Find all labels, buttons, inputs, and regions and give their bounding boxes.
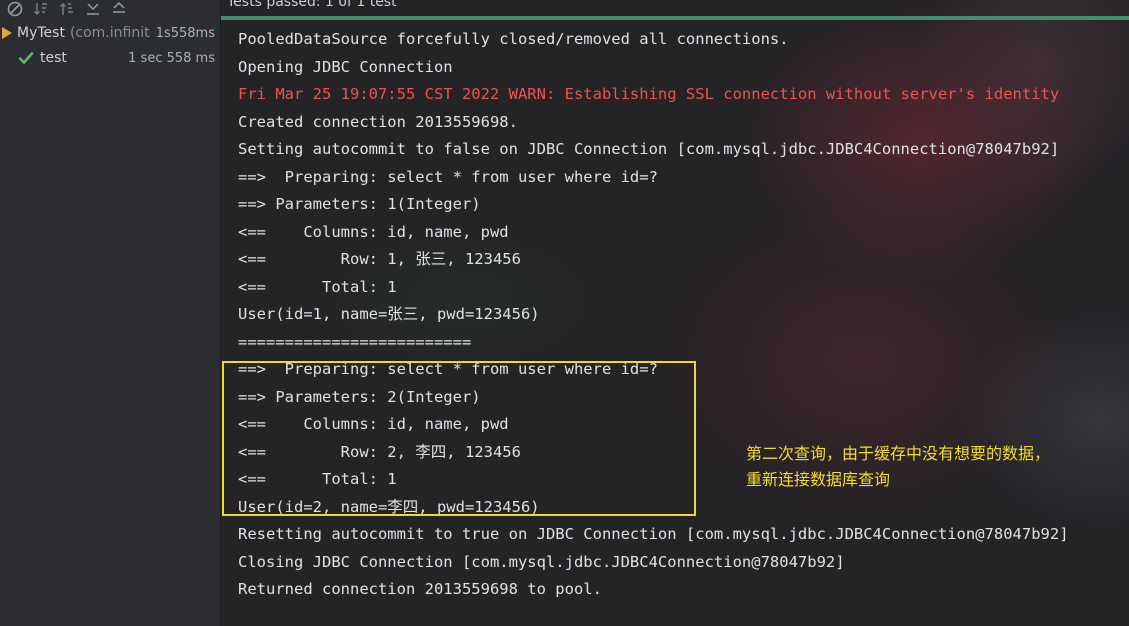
- tree-root-time: 1s558ms: [155, 25, 215, 41]
- console-line: PooledDataSource forcefully closed/remov…: [238, 30, 789, 48]
- console-line: <== Total: 1: [238, 277, 397, 296]
- test-status-text: Tests passed: 1 of 1 test: [227, 0, 397, 10]
- status-label: Tests passed:: [227, 0, 321, 10]
- test-toolbar: [0, 0, 220, 18]
- console-line: ==> Parameters: 1(Integer): [238, 195, 481, 213]
- console-output[interactable]: » Tests passed: 1 of 1 test PooledDataSo…: [221, 0, 1129, 626]
- collapse-icon[interactable]: [84, 1, 102, 17]
- tree-child-time: 1 sec 558 ms: [128, 50, 215, 66]
- console-line: User(id=1, name=张三, pwd=123456): [238, 305, 540, 323]
- tree-item-test[interactable]: test 1 sec 558 ms: [0, 46, 220, 70]
- console-line: =========================: [238, 332, 472, 351]
- sort-up-icon[interactable]: [58, 1, 76, 17]
- console-line: Closing JDBC Connection [com.mysql.jdbc.…: [238, 552, 845, 571]
- console-lines: PooledDataSource forcefully closed/remov…: [238, 26, 1069, 604]
- console-line: Setting autocommit to false on JDBC Conn…: [238, 140, 1060, 158]
- tree-child-name: test: [40, 50, 67, 66]
- console-line: Returned connection 2013559698 to pool.: [238, 580, 602, 598]
- tree-item-mytest[interactable]: MyTest (com.infinit 1s558ms: [0, 21, 220, 45]
- highlight-box: [222, 361, 696, 516]
- test-tree-panel: MyTest (com.infinit 1s558ms test 1 sec 5…: [0, 0, 221, 626]
- test-status-bar: » Tests passed: 1 of 1 test: [221, 0, 1129, 20]
- annotation-line-2: 重新连接数据库查询: [746, 470, 891, 489]
- tree-root-class: (com.infinit: [69, 25, 150, 41]
- console-line: ==> Preparing: select * from user where …: [238, 167, 658, 186]
- console-line: Fri Mar 25 19:07:55 CST 2022 WARN: Estab…: [238, 85, 1060, 103]
- status-value: 1 of 1 test: [325, 0, 397, 10]
- console-line: Resetting autocommit to true on JDBC Con…: [238, 525, 1069, 543]
- warning-icon: [1, 26, 15, 40]
- tree-root-name: MyTest: [17, 25, 65, 41]
- console-line: <== Columns: id, name, pwd: [238, 222, 509, 241]
- expand-all-icon[interactable]: [110, 1, 128, 17]
- console-line: Opening JDBC Connection: [238, 57, 453, 76]
- annotation-line-1: 第二次查询，由于缓存中没有想要的数据，: [746, 444, 1051, 463]
- stop-icon[interactable]: [6, 1, 24, 17]
- progress-bar: [221, 16, 1129, 20]
- console-line: Created connection 2013559698.: [238, 112, 518, 131]
- annotation-text: 第二次查询，由于缓存中没有想要的数据， 重新连接数据库查询: [746, 441, 1126, 493]
- sort-down-icon[interactable]: [32, 1, 50, 17]
- console-line: <== Row: 1, 张三, 123456: [238, 250, 521, 268]
- check-icon: [18, 51, 34, 65]
